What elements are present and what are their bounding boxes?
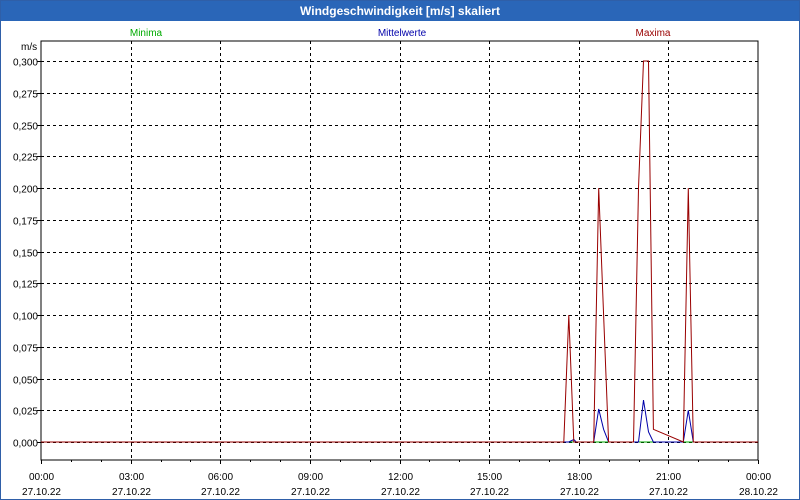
y-axis-unit: m/s — [21, 42, 37, 53]
y-tick-label: 0,000 — [13, 439, 38, 450]
chart-window: Windgeschwindigkeit [m/s] skaliert Minim… — [0, 0, 800, 500]
legend-mittelwerte: Mittelwerte — [378, 28, 427, 39]
x-tick-date-label: 27.10.22 — [201, 487, 240, 498]
x-tick-time-label: 21:00 — [656, 472, 681, 483]
series-line-maxima — [41, 60, 758, 443]
x-tick-time-label: 06:00 — [208, 472, 233, 483]
x-tick-time-label: 15:00 — [477, 472, 502, 483]
legend-maxima: Maxima — [635, 28, 670, 39]
x-tick-time-label: 09:00 — [298, 472, 323, 483]
y-tick-label: 0,025 — [13, 407, 38, 418]
x-tick-time-label: 00:00 — [746, 472, 771, 483]
x-tick-time-label: 12:00 — [388, 472, 413, 483]
x-tick-time-label: 03:00 — [119, 472, 144, 483]
x-tick-date-label: 27.10.22 — [470, 487, 509, 498]
y-tick-label: 0,175 — [13, 217, 38, 228]
plot-area: 0,000 0,025 0,050 0,075 0,100 0,125 0,150 0,175… — [13, 40, 778, 498]
x-tick-date-label: 27.10.22 — [22, 487, 61, 498]
y-tick-label: 0,050 — [13, 376, 38, 387]
x-tick-date-label: 27.10.22 — [649, 487, 688, 498]
y-tick-label: 0,125 — [13, 280, 38, 291]
x-tick-date-label: 28.10.22 — [739, 487, 778, 498]
chart-area: Minima Mittelwerte Maxima m/s 0,000 0,025… — [13, 28, 778, 498]
x-tick-date-label: 27.10.22 — [112, 487, 151, 498]
y-tick-label: 0,225 — [13, 153, 38, 164]
series-line-mittelwerte — [41, 400, 758, 443]
x-tick-time-label: 00:00 — [29, 472, 54, 483]
legend-minima: Minima — [130, 28, 163, 39]
x-tick-date-label: 27.10.22 — [560, 487, 599, 498]
x-tick-date-label: 27.10.22 — [291, 487, 330, 498]
x-tick-time-label: 18:00 — [567, 472, 592, 483]
y-tick-label: 0,150 — [13, 249, 38, 260]
y-tick-label: 0,075 — [13, 344, 38, 355]
y-tick-label: 0,275 — [13, 90, 38, 101]
y-tick-label: 0,200 — [13, 185, 38, 196]
y-tick-label: 0,100 — [13, 312, 38, 323]
plot-frame — [40, 40, 759, 461]
y-tick-label: 0,250 — [13, 122, 38, 133]
y-tick-label: 0,300 — [13, 58, 38, 69]
x-tick-date-label: 27.10.22 — [381, 487, 420, 498]
